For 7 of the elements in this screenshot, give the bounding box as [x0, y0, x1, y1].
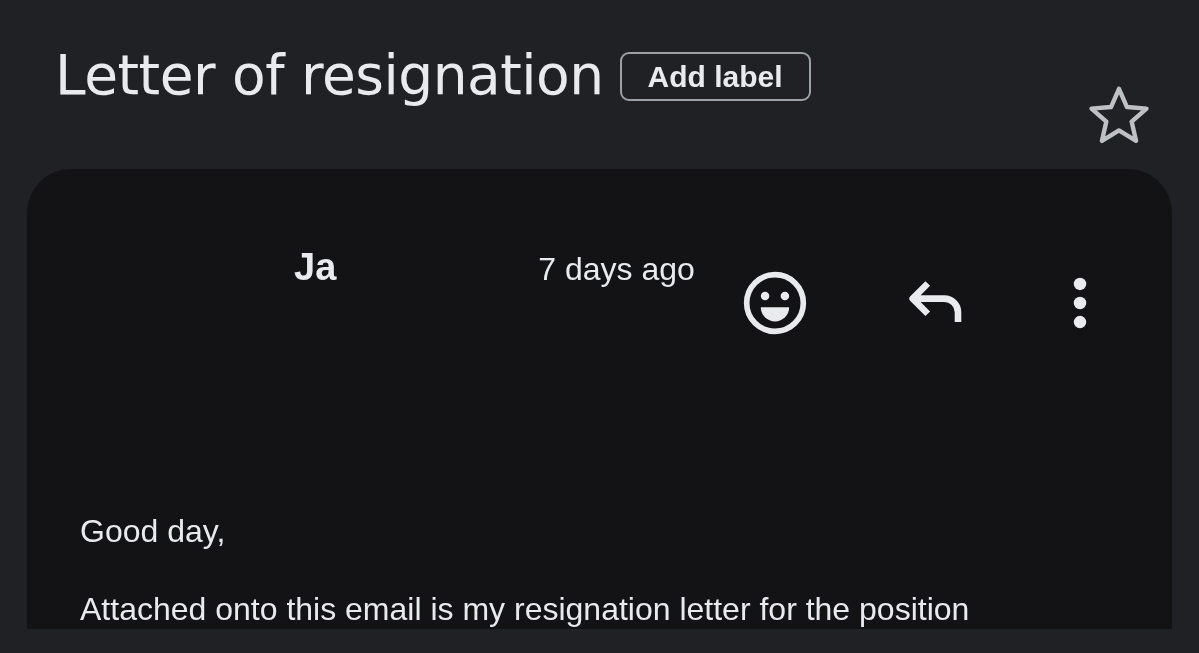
more-options-icon[interactable]	[1071, 277, 1088, 329]
add-label-button[interactable]: Add label	[619, 52, 811, 101]
body-paragraph: Attached onto this email is my resignation letter for the position	[80, 590, 971, 629]
message-time: 7 days ago	[538, 250, 695, 289]
body-paragraph: Good day,	[80, 512, 227, 551]
sender-name: Ja	[294, 245, 337, 289]
email-subject: Letter of resignation	[55, 42, 604, 109]
